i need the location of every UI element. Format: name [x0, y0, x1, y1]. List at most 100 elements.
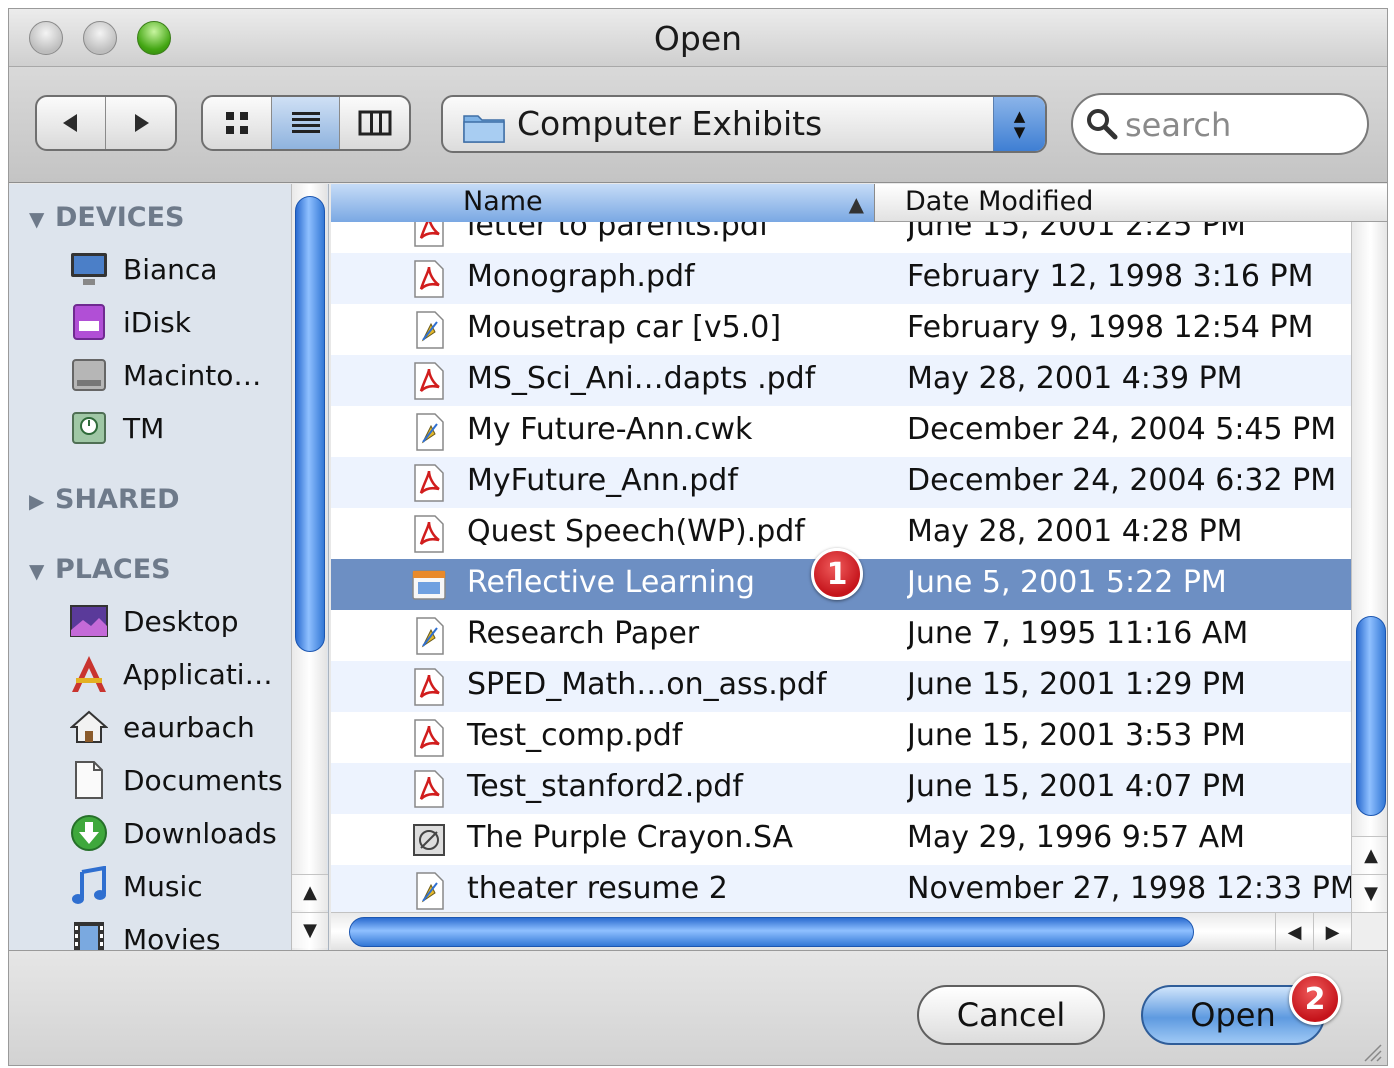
window-title: Open	[653, 19, 743, 58]
file-row[interactable]: SPED_Math…on_ass.pdf June 15, 2001 1:29 P…	[331, 661, 1351, 712]
sidebar-scrollbar[interactable]: ▲ ▼	[291, 184, 328, 950]
list-view-button[interactable]	[271, 97, 341, 149]
file-date-modified: June 7, 1995 11:16 AM	[907, 616, 1249, 651]
list-horizontal-scrollbar[interactable]: ◀ ▶	[331, 912, 1351, 950]
column-header-date-modified[interactable]: Date Modified	[905, 186, 1093, 217]
file-row[interactable]: The Purple Crayon.SA May 29, 1996 9:57 AM	[331, 814, 1351, 865]
file-date-modified: June 15, 2001 1:29 PM	[907, 667, 1246, 702]
file-row[interactable]: MS_Sci_Ani…dapts .pdf May 28, 2001 4:39 P…	[331, 355, 1351, 406]
hard-drive-icon	[67, 353, 111, 397]
file-name: Monograph.pdf	[467, 259, 695, 294]
back-button[interactable]	[37, 97, 106, 149]
music-icon	[67, 864, 111, 908]
view-mode-buttons	[201, 95, 411, 151]
sidebar-item-idisk[interactable]: iDisk	[67, 299, 292, 345]
step-marker-1: 1	[811, 548, 863, 600]
sidebar-section-devices[interactable]: ▼ DEVICES	[29, 202, 185, 233]
file-row[interactable]: Test_comp.pdf June 15, 2001 3:53 PM	[331, 712, 1351, 763]
back-arrow-icon	[63, 114, 77, 132]
movies-icon	[67, 917, 111, 950]
idisk-icon	[67, 300, 111, 344]
scroll-corner	[1351, 912, 1387, 950]
file-row[interactable]: Research Paper June 7, 1995 11:16 AM	[331, 610, 1351, 661]
file-name: Mousetrap car [v5.0]	[467, 310, 782, 345]
sidebar-item-music[interactable]: Music	[67, 863, 292, 909]
document-file-icon	[409, 871, 449, 911]
column-view-button[interactable]	[340, 97, 409, 149]
home-icon	[67, 705, 111, 749]
list-view-icon	[291, 112, 320, 133]
sidebar-item-tm[interactable]: TM	[67, 405, 323, 451]
document-file-icon	[409, 412, 449, 452]
toolbar: Computer Exhibits ▲ ▼	[9, 67, 1387, 183]
sidebar: ▼ DEVICES Bianca iDisk Macinto… TM ▶ SHA…	[9, 184, 329, 950]
sidebar-item-desktop[interactable]: Desktop	[67, 598, 292, 644]
document-file-icon	[409, 310, 449, 350]
pdf-file-icon	[409, 769, 449, 809]
list-horizontal-scroll-thumb[interactable]	[349, 917, 1194, 947]
sidebar-item-applications[interactable]: Applicati…	[67, 651, 292, 697]
location-label: Computer Exhibits	[517, 104, 823, 143]
scroll-down-icon[interactable]: ▼	[292, 912, 328, 948]
file-date-modified: June 15, 2001 4:07 PM	[907, 769, 1246, 804]
scroll-right-icon[interactable]: ▶	[1313, 913, 1351, 950]
list-vertical-scroll-thumb[interactable]	[1356, 616, 1386, 816]
file-row[interactable]: Monograph.pdf February 12, 1998 3:16 PM	[331, 253, 1351, 304]
cancel-button[interactable]: Cancel	[917, 985, 1105, 1045]
sidebar-item-macintosh[interactable]: Macinto…	[67, 352, 292, 398]
forward-arrow-icon	[134, 114, 149, 132]
file-row[interactable]: letter to parents.pdf June 15, 2001 2:25 …	[331, 222, 1351, 253]
disclosure-closed-icon: ▶	[29, 489, 45, 513]
resize-grip-icon[interactable]	[1361, 1041, 1383, 1063]
documents-icon	[67, 758, 111, 802]
scroll-up-icon[interactable]: ▲	[292, 874, 328, 910]
file-name: The Purple Crayon.SA	[467, 820, 794, 855]
icon-view-button[interactable]	[203, 97, 272, 149]
file-date-modified: December 24, 2004 6:32 PM	[907, 463, 1337, 498]
file-name: My Future-Ann.cwk	[467, 412, 753, 447]
pdf-file-icon	[409, 718, 449, 758]
sidebar-scroll-thumb[interactable]	[295, 196, 325, 652]
column-header-name[interactable]: Name ▲	[331, 184, 875, 222]
column-view-icon	[358, 110, 392, 136]
file-row[interactable]: MyFuture_Ann.pdf December 24, 2004 6:32 P…	[331, 457, 1351, 508]
file-row[interactable]: theater resume 2 November 27, 1998 12:33 …	[331, 865, 1351, 912]
step-marker-2: 2	[1289, 973, 1341, 1025]
scroll-left-icon[interactable]: ◀	[1275, 913, 1313, 950]
open-dialog: Open Computer Exhibits ▲ ▼ search ▼ DEVI…	[8, 8, 1388, 1066]
file-name: theater resume 2	[467, 871, 728, 906]
search-icon	[1087, 109, 1118, 140]
folder-icon	[463, 115, 505, 143]
desktop-icon	[67, 599, 111, 643]
search-input[interactable]	[1125, 105, 1345, 145]
location-popup[interactable]: Computer Exhibits ▲ ▼	[441, 95, 1047, 153]
forward-button[interactable]	[106, 97, 175, 149]
file-name: Reflective Learning	[467, 565, 755, 600]
search-field[interactable]	[1071, 93, 1369, 155]
file-row[interactable]: Mousetrap car [v5.0] February 9, 1998 12:…	[331, 304, 1351, 355]
file-date-modified: February 12, 1998 3:16 PM	[907, 259, 1314, 294]
title-bar: Open	[9, 9, 1387, 67]
sidebar-section-places[interactable]: ▼ PLACES	[29, 554, 171, 585]
file-name: Quest Speech(WP).pdf	[467, 514, 805, 549]
file-date-modified: June 5, 2001 5:22 PM	[907, 565, 1227, 600]
sidebar-item-documents[interactable]: Documents	[67, 757, 292, 803]
sidebar-item-bianca[interactable]: Bianca	[67, 246, 292, 292]
scroll-down-icon[interactable]: ▼	[1352, 874, 1387, 912]
pdf-file-icon	[409, 514, 449, 554]
navigation-buttons	[35, 95, 177, 151]
file-name: letter to parents.pdf	[467, 222, 770, 243]
sidebar-item-downloads[interactable]: Downloads	[67, 810, 292, 856]
file-date-modified: May 29, 1996 9:57 AM	[907, 820, 1245, 855]
file-name: SPED_Math…on_ass.pdf	[467, 667, 827, 702]
file-row[interactable]: My Future-Ann.cwk December 24, 2004 5:45 …	[331, 406, 1351, 457]
file-list: Name ▲ Date Modified letter to parents.p…	[331, 184, 1387, 950]
list-vertical-scrollbar[interactable]: ▲ ▼	[1351, 222, 1387, 912]
file-row[interactable]: Test_stanford2.pdf June 15, 2001 4:07 PM	[331, 763, 1351, 814]
sidebar-item-eaurbach[interactable]: eaurbach	[67, 704, 292, 750]
sidebar-item-movies[interactable]: Movies	[67, 916, 292, 950]
downloads-icon	[67, 811, 111, 855]
applications-icon	[67, 652, 111, 696]
scroll-up-icon[interactable]: ▲	[1352, 836, 1387, 874]
sidebar-section-shared[interactable]: ▶ SHARED	[29, 484, 180, 515]
